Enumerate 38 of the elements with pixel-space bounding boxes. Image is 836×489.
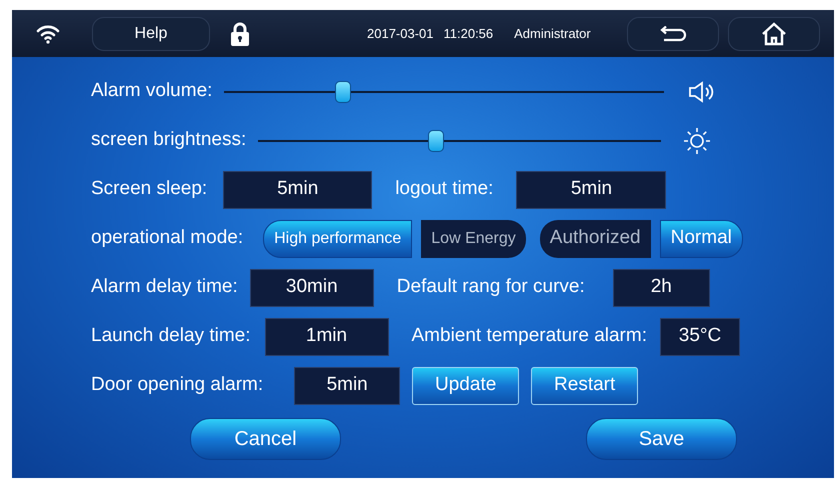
value-field[interactable]: 5min	[516, 170, 666, 208]
value-field[interactable]: 35°C	[660, 318, 740, 356]
sun-icon	[683, 126, 712, 154]
home-icon	[760, 22, 787, 46]
help-button[interactable]: Help	[92, 16, 210, 50]
field-label: logout time:	[395, 177, 494, 202]
user-name: Administrator	[514, 24, 591, 43]
slider-thumb[interactable]	[428, 130, 444, 152]
field-label: Default rang for curve:	[396, 275, 585, 300]
field-label: Door opening alarm:	[91, 373, 264, 398]
date-text: 2017-03-01	[367, 24, 434, 43]
value-field[interactable]: 5min	[294, 366, 400, 404]
home-button[interactable]	[728, 16, 820, 50]
mode-option[interactable]: Authorized	[540, 220, 651, 258]
slider-label: Alarm volume:	[91, 79, 212, 104]
value-field[interactable]: 1min	[264, 318, 388, 356]
field-label: Launch delay time:	[91, 324, 250, 348]
field-label: Ambient temperature alarm:	[412, 324, 647, 348]
mode-option[interactable]: Normal	[660, 220, 743, 258]
mode-option[interactable]: Low Energy	[421, 220, 526, 258]
slider-label: screen brightness:	[91, 128, 246, 152]
mode-label: operational mode:	[91, 226, 244, 250]
action-button[interactable]: Restart	[531, 366, 638, 404]
value-field[interactable]: 5min	[223, 170, 372, 208]
slider-thumb[interactable]	[335, 80, 352, 102]
return-arrow-icon	[658, 26, 688, 42]
value-field[interactable]: 2h	[612, 268, 710, 306]
lock-icon[interactable]	[230, 22, 250, 46]
cancel-button[interactable]: Cancel	[190, 418, 341, 460]
back-button[interactable]	[626, 16, 719, 50]
mode-option[interactable]: High performance	[263, 220, 412, 258]
wifi-icon[interactable]	[36, 24, 60, 44]
field-label: Alarm delay time:	[91, 275, 238, 300]
value-field[interactable]: 30min	[250, 268, 374, 306]
action-button[interactable]: Update	[412, 366, 520, 404]
time-text: 11:20:56	[444, 24, 494, 43]
save-button[interactable]: Save	[586, 418, 737, 460]
field-label: Screen sleep:	[91, 177, 208, 202]
